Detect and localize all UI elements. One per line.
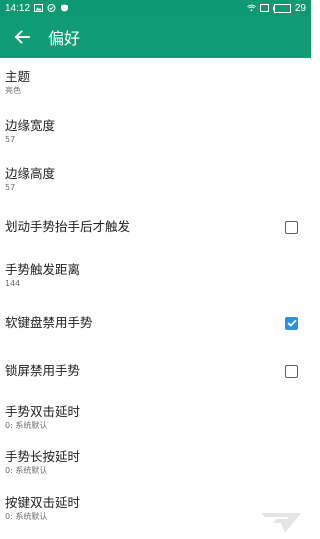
image-notification-icon: [34, 4, 44, 12]
setting-title: 主题: [5, 69, 31, 84]
setting-value: 亮色: [5, 86, 21, 95]
setting-title: 手势长按延时: [5, 448, 81, 464]
setting-title: 划动手势抬手后才触发: [5, 219, 131, 234]
checkbox-checked[interactable]: [285, 316, 298, 330]
setting-value: 57: [5, 134, 16, 144]
wifi-icon: [247, 4, 256, 12]
setting-theme[interactable]: 主题 亮色: [0, 58, 311, 107]
watermark: [259, 509, 303, 535]
setting-long-press-delay[interactable]: 手势长按延时 0: 系统默认: [0, 439, 311, 485]
setting-value: 0: 系统默认: [5, 420, 48, 430]
checkbox-unchecked[interactable]: [285, 220, 298, 234]
setting-trigger-distance[interactable]: 手势触发距离 144: [0, 251, 311, 299]
setting-title: 按键双击延时: [5, 494, 81, 510]
setting-disable-on-lockscreen[interactable]: 锁屏禁用手势: [0, 347, 311, 395]
setting-title: 锁屏禁用手势: [5, 363, 81, 378]
setting-edge-width[interactable]: 边缘宽度 57: [0, 107, 311, 155]
setting-disable-on-keyboard[interactable]: 软键盘禁用手势: [0, 299, 311, 347]
shield-notification-icon: [61, 4, 69, 12]
setting-value: 0: 系统默认: [5, 511, 48, 521]
setting-trigger-on-release[interactable]: 划动手势抬手后才触发: [0, 203, 311, 251]
back-button[interactable]: [0, 16, 44, 58]
setting-value: 0: 系统默认: [5, 465, 48, 475]
setting-double-tap-delay[interactable]: 手势双击延时 0: 系统默认: [0, 395, 311, 439]
setting-value: 57: [5, 182, 16, 192]
setting-title: 边缘宽度: [5, 117, 56, 133]
setting-value: 144: [5, 278, 21, 288]
checkbox-unchecked[interactable]: [285, 364, 298, 378]
status-time: 14:12: [5, 2, 31, 14]
status-bar: 14:12 29: [0, 0, 311, 16]
battery-level: 29: [294, 2, 306, 14]
check-circle-notification-icon: [47, 4, 56, 12]
arrow-back-icon: [14, 30, 30, 44]
preferences-list: 主题 亮色 边缘宽度 57 边缘高度 57 划动手势抬手后才触发 手势触发距离 …: [0, 58, 311, 531]
setting-edge-height[interactable]: 边缘高度 57: [0, 155, 311, 203]
app-bar: 偏好: [0, 16, 311, 58]
screen-icon: [259, 4, 269, 12]
watermark-logo-icon: [261, 513, 301, 533]
page-title: 偏好: [48, 29, 81, 48]
battery-icon: [272, 3, 291, 13]
setting-title: 手势双击延时: [5, 403, 81, 419]
setting-title: 边缘高度: [5, 165, 56, 181]
check-icon: [286, 319, 297, 327]
setting-title: 手势触发距离: [5, 261, 81, 277]
setting-title: 软键盘禁用手势: [5, 315, 93, 330]
